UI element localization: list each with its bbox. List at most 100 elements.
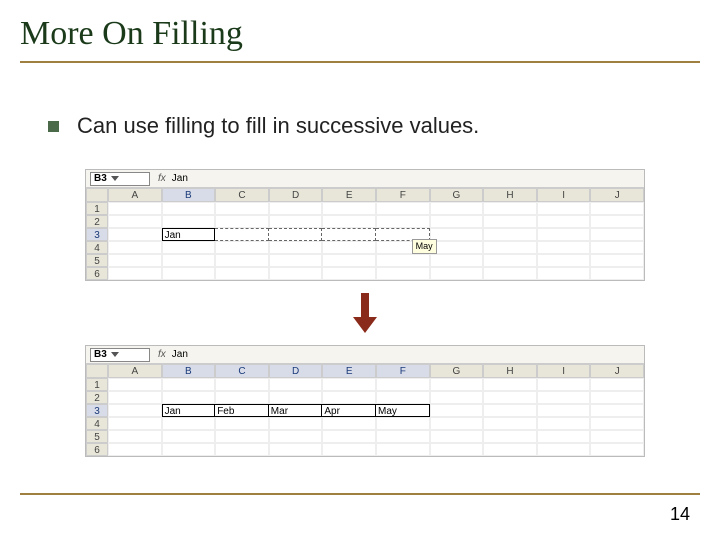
row-header[interactable]: 3 [86, 228, 108, 241]
col-header[interactable]: I [537, 364, 591, 378]
col-header[interactable]: D [269, 188, 323, 202]
cell[interactable] [108, 228, 162, 241]
cell[interactable] [430, 215, 484, 228]
col-header[interactable]: H [483, 364, 537, 378]
corner-cell[interactable] [86, 364, 108, 378]
cell[interactable] [108, 202, 162, 215]
cell[interactable] [162, 443, 216, 456]
cell[interactable] [430, 254, 484, 267]
col-header[interactable]: G [430, 364, 484, 378]
cell[interactable] [215, 241, 269, 254]
cell[interactable] [108, 267, 162, 280]
cell[interactable] [590, 443, 644, 456]
cell-b3[interactable]: Jan [162, 228, 216, 241]
cell[interactable] [215, 417, 269, 430]
cell[interactable] [430, 228, 484, 241]
cell[interactable] [322, 378, 376, 391]
cell[interactable] [537, 254, 591, 267]
grid[interactable]: A B C D E F G H I J 1 2 3 Jan Feb Mar Ap… [86, 364, 644, 456]
cell[interactable] [483, 254, 537, 267]
col-header[interactable]: J [590, 364, 644, 378]
cell[interactable] [215, 430, 269, 443]
row-header[interactable]: 4 [86, 241, 108, 254]
col-header[interactable]: A [108, 364, 162, 378]
cell[interactable] [162, 202, 216, 215]
cell[interactable] [269, 267, 323, 280]
row-header[interactable]: 5 [86, 430, 108, 443]
cell[interactable] [108, 404, 162, 417]
cell[interactable] [269, 443, 323, 456]
cell[interactable] [322, 417, 376, 430]
row-header[interactable]: 3 [86, 404, 108, 417]
cell[interactable] [215, 443, 269, 456]
cell-f3[interactable]: May [376, 404, 430, 417]
cell[interactable] [537, 215, 591, 228]
cell[interactable] [590, 228, 644, 241]
cell[interactable] [376, 215, 430, 228]
cell[interactable] [376, 443, 430, 456]
cell[interactable] [322, 267, 376, 280]
col-header[interactable]: D [269, 364, 323, 378]
cell[interactable] [537, 443, 591, 456]
cell[interactable] [322, 215, 376, 228]
cell[interactable] [376, 267, 430, 280]
cell[interactable] [376, 430, 430, 443]
cell[interactable] [108, 391, 162, 404]
cell[interactable] [430, 378, 484, 391]
cell[interactable] [215, 378, 269, 391]
cell[interactable] [215, 215, 269, 228]
cell[interactable] [537, 241, 591, 254]
cell[interactable] [322, 391, 376, 404]
cell[interactable] [430, 391, 484, 404]
cell[interactable] [322, 443, 376, 456]
cell[interactable] [590, 241, 644, 254]
cell[interactable] [162, 241, 216, 254]
cell[interactable] [269, 430, 323, 443]
col-header[interactable]: F [376, 364, 430, 378]
cell[interactable] [269, 378, 323, 391]
col-header[interactable]: C [215, 364, 269, 378]
cell[interactable] [322, 202, 376, 215]
cell[interactable] [537, 228, 591, 241]
col-header[interactable]: H [483, 188, 537, 202]
cell[interactable] [215, 391, 269, 404]
cell[interactable] [162, 430, 216, 443]
cell[interactable] [590, 254, 644, 267]
row-header[interactable]: 6 [86, 267, 108, 280]
col-header[interactable]: I [537, 188, 591, 202]
cell-c3[interactable]: Feb [215, 404, 269, 417]
cell[interactable] [376, 391, 430, 404]
col-header[interactable]: F [376, 188, 430, 202]
cell[interactable] [537, 378, 591, 391]
cell[interactable] [215, 202, 269, 215]
cell-e3[interactable]: Apr [322, 404, 376, 417]
col-header[interactable]: B [162, 188, 216, 202]
cell[interactable] [483, 417, 537, 430]
cell[interactable] [590, 267, 644, 280]
col-header[interactable]: A [108, 188, 162, 202]
cell[interactable] [537, 267, 591, 280]
cell[interactable] [483, 378, 537, 391]
cell[interactable] [269, 202, 323, 215]
cell-d3[interactable]: Mar [269, 404, 323, 417]
cell[interactable] [215, 267, 269, 280]
corner-cell[interactable] [86, 188, 108, 202]
cell[interactable] [590, 378, 644, 391]
cell[interactable] [430, 267, 484, 280]
row-header[interactable]: 4 [86, 417, 108, 430]
cell[interactable] [590, 391, 644, 404]
cell[interactable] [483, 430, 537, 443]
cell[interactable] [430, 202, 484, 215]
cell[interactable] [430, 443, 484, 456]
col-header[interactable]: E [322, 188, 376, 202]
cell[interactable] [162, 267, 216, 280]
cell[interactable] [162, 378, 216, 391]
row-header[interactable]: 2 [86, 391, 108, 404]
cell[interactable] [537, 404, 591, 417]
cell[interactable] [483, 228, 537, 241]
fx-label[interactable]: fx [158, 349, 166, 360]
cell[interactable] [537, 430, 591, 443]
cell[interactable] [215, 228, 269, 241]
cell[interactable] [537, 202, 591, 215]
cell[interactable] [376, 378, 430, 391]
